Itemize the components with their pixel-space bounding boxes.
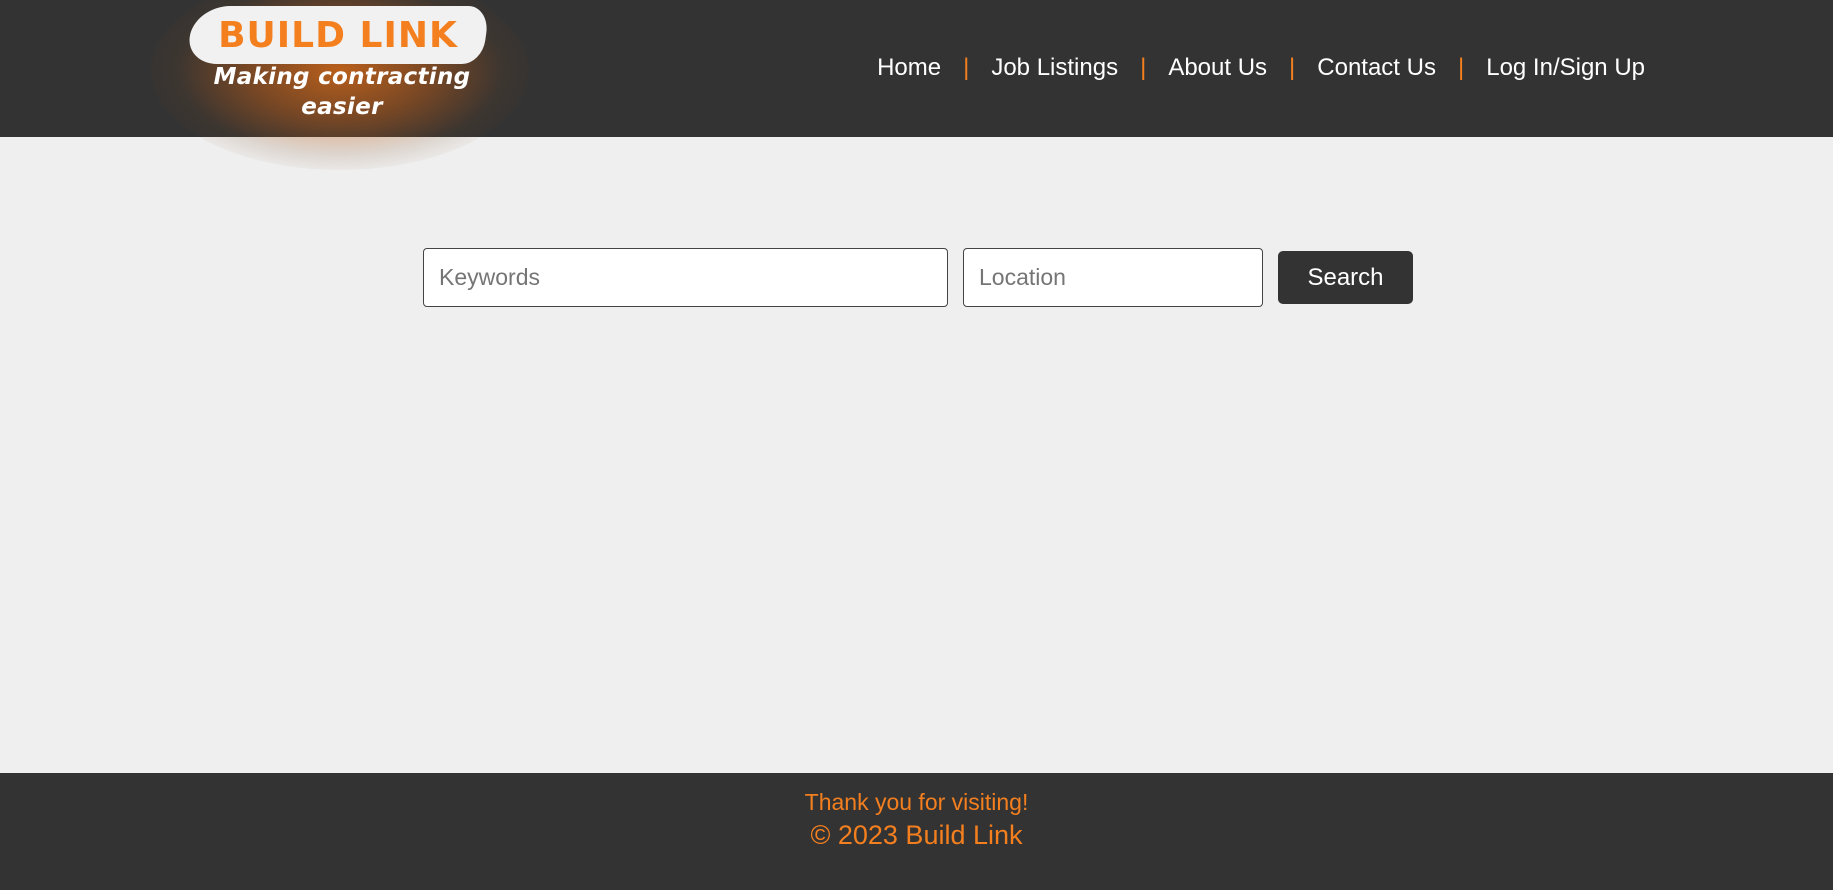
logo-tagline: Making contracting easier: [213, 64, 471, 120]
site-header: BUILD LINK Making contracting easier Hom…: [0, 0, 1833, 170]
nav-separator: |: [1457, 54, 1465, 81]
site-footer: Thank you for visiting! © 2023 Build Lin…: [0, 773, 1833, 890]
footer-thanks-text: Thank you for visiting!: [804, 789, 1029, 815]
site-logo[interactable]: BUILD LINK Making contracting easier: [172, 0, 512, 120]
nav-job-listings[interactable]: Job Listings: [991, 52, 1118, 84]
nav-separator: |: [1140, 54, 1147, 81]
main-nav: Home | Job Listings | About Us | Contact…: [877, 52, 1645, 84]
nav-about-us[interactable]: About Us: [1168, 52, 1267, 84]
nav-home[interactable]: Home: [877, 52, 941, 84]
page: BUILD LINK Making contracting easier Hom…: [0, 0, 1833, 890]
keywords-input[interactable]: [423, 248, 948, 307]
nav-separator: |: [1289, 54, 1296, 81]
nav-login-signup[interactable]: Log In/Sign Up: [1486, 52, 1645, 84]
job-search-form: Search: [423, 248, 1413, 307]
nav-contact-us[interactable]: Contact Us: [1317, 52, 1436, 84]
location-input[interactable]: [963, 248, 1263, 307]
search-button[interactable]: Search: [1278, 251, 1413, 304]
logo-title: BUILD LINK: [218, 15, 458, 56]
footer-copyright: © 2023 Build Link: [810, 820, 1023, 850]
nav-separator: |: [963, 54, 970, 81]
